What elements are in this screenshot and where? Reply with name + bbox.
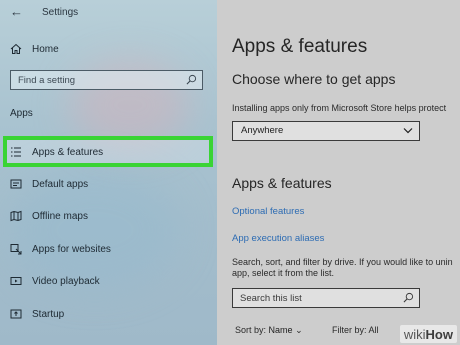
home-icon: [10, 43, 22, 54]
app-source-dropdown[interactable]: Anywhere: [232, 121, 420, 141]
apps-features-heading: Apps & features: [232, 175, 332, 191]
sidebar-item-label: Video playback: [32, 275, 100, 287]
search-sort-description: Search, sort, and filter by drive. If yo…: [232, 257, 453, 279]
dropdown-value: Anywhere: [241, 125, 284, 136]
web-link-icon: [10, 244, 22, 255]
description-line: Search, sort, and filter by drive. If yo…: [232, 257, 453, 267]
find-setting-search-box[interactable]: [10, 70, 203, 90]
video-icon: [10, 277, 22, 285]
sidebar-item-apps-for-websites[interactable]: Apps for websites: [10, 241, 111, 257]
chevron-down-icon: ⌄: [295, 325, 303, 335]
sidebar-item-label: Offline maps: [32, 210, 88, 222]
startup-icon: [10, 309, 22, 319]
watermark-part: How: [425, 326, 453, 342]
sidebar-item-label: Apps for websites: [32, 243, 111, 255]
nav-home-label: Home: [32, 43, 59, 55]
window-title: Settings: [42, 7, 79, 18]
app-execution-aliases-link[interactable]: App execution aliases: [232, 233, 324, 244]
sidebar-item-offline-maps[interactable]: Offline maps: [10, 208, 88, 224]
section-title-apps: Apps: [10, 108, 33, 119]
sort-by-control[interactable]: Sort by: Name ⌄: [235, 325, 303, 336]
sidebar-item-apps-features[interactable]: Apps & features: [10, 144, 103, 160]
chevron-down-icon: [403, 128, 413, 134]
sidebar-item-default-apps[interactable]: Default apps: [10, 176, 88, 192]
search-list-box[interactable]: [232, 288, 420, 308]
map-icon: [10, 210, 22, 222]
find-setting-input[interactable]: [18, 73, 178, 87]
install-description: Installing apps only from Microsoft Stor…: [232, 103, 447, 113]
list-icon: [11, 147, 21, 157]
back-arrow-icon[interactable]: ←: [10, 4, 23, 19]
sidebar-item-label: Startup: [32, 308, 65, 320]
optional-features-link[interactable]: Optional features: [232, 206, 304, 217]
filter-by-control[interactable]: Filter by: All: [332, 325, 379, 335]
description-line: app, select it from the list.: [232, 268, 335, 278]
settings-sidebar: ← Settings Home Apps Apps & features: [0, 0, 217, 345]
page-title: Apps & features: [232, 36, 368, 57]
watermark-part: wiki: [403, 326, 426, 342]
nav-home[interactable]: Home: [10, 40, 59, 58]
sidebar-item-startup[interactable]: Startup: [10, 306, 64, 322]
search-list-input[interactable]: [240, 291, 390, 305]
sidebar-item-video-playback[interactable]: Video playback: [10, 273, 100, 289]
filter-label: Filter by: All: [332, 325, 379, 335]
sort-label: Sort by:: [235, 325, 267, 335]
wikihow-watermark: wiki How: [399, 325, 457, 343]
main-content: Apps & features Choose where to get apps…: [217, 0, 460, 345]
sort-value: Name: [268, 325, 293, 335]
choose-where-heading: Choose where to get apps: [232, 71, 396, 87]
sidebar-item-label: Apps & features: [32, 146, 104, 158]
search-icon[interactable]: [186, 74, 197, 85]
default-apps-icon: [10, 179, 22, 189]
sidebar-item-label: Default apps: [32, 178, 89, 190]
search-icon[interactable]: [403, 292, 414, 303]
